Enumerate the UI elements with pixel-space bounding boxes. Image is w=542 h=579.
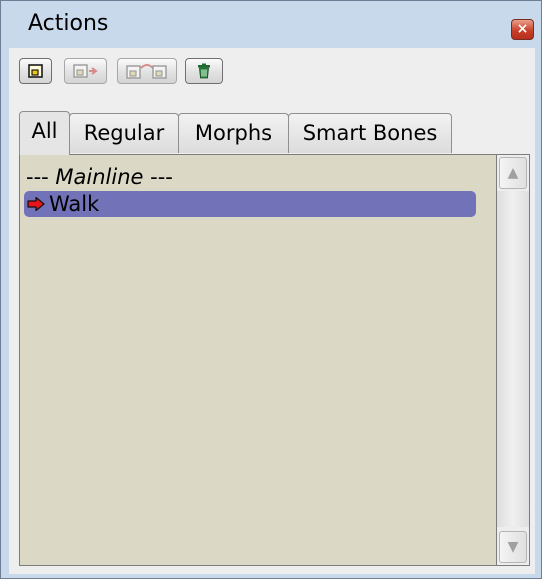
- tab-regular[interactable]: Regular: [69, 113, 179, 153]
- duplicate-action-icon: [126, 64, 167, 79]
- copy-action-button[interactable]: [64, 58, 107, 84]
- chevron-up-icon: ▲: [507, 165, 519, 181]
- tab-all[interactable]: All: [19, 111, 70, 155]
- tab-smart-bones[interactable]: Smart Bones: [288, 113, 452, 153]
- window-title: Actions: [28, 11, 109, 36]
- title-bar[interactable]: Actions ×: [1, 1, 541, 41]
- list-item-label: Walk: [49, 192, 100, 216]
- duplicate-action-button[interactable]: [117, 58, 177, 84]
- new-action-button[interactable]: [19, 58, 52, 84]
- actions-window: Actions × All Regular Morphs Smart Bones…: [0, 0, 542, 579]
- list-item[interactable]: Walk: [24, 191, 476, 217]
- scroll-up-button[interactable]: ▲: [499, 157, 527, 189]
- mainline-label: Mainline: [55, 165, 144, 189]
- mainline-header[interactable]: --- Mainline ---: [26, 165, 173, 189]
- tab-morphs[interactable]: Morphs: [178, 113, 289, 153]
- close-icon: ×: [516, 21, 529, 37]
- trash-icon: [198, 63, 210, 79]
- actions-list[interactable]: --- Mainline --- Walk: [19, 154, 516, 566]
- chevron-down-icon: ▼: [507, 539, 519, 555]
- scroll-down-button[interactable]: ▼: [499, 531, 527, 563]
- mainline-prefix: ---: [26, 165, 56, 189]
- actions-panel: All Regular Morphs Smart Bones --- Mainl…: [9, 48, 535, 574]
- close-button[interactable]: ×: [511, 19, 534, 40]
- red-arrow-icon: [27, 197, 45, 211]
- mainline-suffix: ---: [143, 165, 173, 189]
- new-action-icon: [27, 64, 43, 78]
- vertical-scrollbar[interactable]: ▲ ▼: [496, 154, 530, 566]
- copy-action-icon: [72, 64, 98, 78]
- scroll-track[interactable]: [497, 191, 529, 527]
- delete-action-button[interactable]: [185, 58, 223, 84]
